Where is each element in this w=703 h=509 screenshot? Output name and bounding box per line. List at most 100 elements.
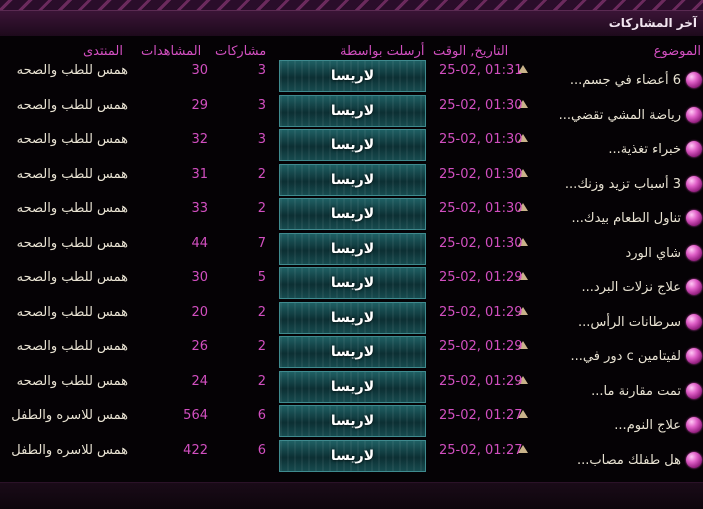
header-topic: الموضوع [653, 44, 701, 59]
header-views: المشاهدات [141, 44, 202, 59]
pink-orb-icon [686, 141, 702, 157]
pink-orb-icon [686, 383, 702, 399]
view-count: 24 [191, 374, 208, 389]
pink-orb-icon [686, 210, 702, 226]
post-row: شاي الورد 25-02, 01:30 لاريسا 7 44 همس للطب و… [0, 233, 703, 267]
post-date: 25-02, 01:29 [439, 339, 523, 354]
view-count: 422 [183, 443, 208, 458]
reply-count: 5 [257, 270, 266, 285]
post-date: 25-02, 01:31 [439, 63, 523, 78]
poster-banner[interactable]: لاريسا [279, 302, 426, 334]
post-row: 3 أسباب تزيد وزنك... 25-02, 01:30 لاريسا 2 3… [0, 164, 703, 198]
poster-name[interactable]: لاريسا [280, 310, 425, 326]
poster-name[interactable]: لاريسا [280, 241, 425, 257]
topic-link[interactable]: علاج النوم... [614, 418, 681, 433]
topic-link[interactable]: علاج نزلات البرد... [582, 280, 681, 295]
forum-link[interactable]: همس للطب والصحه [17, 339, 128, 354]
reply-count: 7 [257, 236, 266, 251]
poster-banner[interactable]: لاريسا [279, 198, 426, 230]
post-row: لفيتامين c دور في... 25-02, 01:29 لاريسا 2 2… [0, 336, 703, 370]
topic-link[interactable]: سرطانات الرأس... [578, 315, 681, 330]
pink-orb-icon [686, 107, 702, 123]
post-date: 25-02, 01:29 [439, 374, 523, 389]
poster-name[interactable]: لاريسا [280, 206, 425, 222]
post-row: علاج النوم... 25-02, 01:27 لاريسا 6 564 همس ل… [0, 405, 703, 439]
forum-link[interactable]: همس للطب والصحه [17, 63, 128, 78]
topic-link[interactable]: تمت مقارنة ما... [591, 384, 681, 399]
reply-count: 6 [257, 408, 266, 423]
poster-banner[interactable]: لاريسا [279, 405, 426, 437]
topic-link[interactable]: شاي الورد [625, 246, 681, 261]
view-count: 44 [191, 236, 208, 251]
header-forum: المنتدى [83, 44, 123, 59]
post-row: تناول الطعام بيدك... 25-02, 01:30 لاريسا 2 3… [0, 198, 703, 232]
forum-link[interactable]: همس للطب والصحه [17, 98, 128, 113]
poster-name[interactable]: لاريسا [280, 413, 425, 429]
poster-banner[interactable]: لاريسا [279, 60, 426, 92]
topic-link[interactable]: رياضة المشي تقضي... [559, 108, 681, 123]
forum-link[interactable]: همس للطب والصحه [17, 167, 128, 182]
post-row: سرطانات الرأس... 25-02, 01:29 لاريسا 2 20 همس… [0, 302, 703, 336]
header-replies: مشاركات [215, 44, 267, 59]
top-decoration [0, 0, 703, 10]
header-poster: أرسلت بواسطة [340, 44, 425, 59]
forum-link[interactable]: همس للطب والصحه [17, 305, 128, 320]
forum-link[interactable]: همس للطب والصحه [17, 374, 128, 389]
poster-banner[interactable]: لاريسا [279, 336, 426, 368]
topic-link[interactable]: خبراء تغذية... [608, 142, 681, 157]
post-date: 25-02, 01:27 [439, 443, 523, 458]
view-count: 564 [183, 408, 208, 423]
poster-name[interactable]: لاريسا [280, 137, 425, 153]
post-row: خبراء تغذية... 25-02, 01:30 لاريسا 3 32 همس ل… [0, 129, 703, 163]
post-date: 25-02, 01:30 [439, 236, 523, 251]
reply-count: 2 [257, 167, 266, 182]
footer-bar [0, 482, 703, 509]
topic-link[interactable]: تناول الطعام بيدك... [572, 211, 681, 226]
poster-name[interactable]: لاريسا [280, 103, 425, 119]
topic-link[interactable]: هل طفلك مصاب... [577, 453, 681, 468]
poster-banner[interactable]: لاريسا [279, 129, 426, 161]
view-count: 26 [191, 339, 208, 354]
poster-name[interactable]: لاريسا [280, 379, 425, 395]
post-date: 25-02, 01:30 [439, 167, 523, 182]
poster-name[interactable]: لاريسا [280, 68, 425, 84]
reply-count: 2 [257, 374, 266, 389]
poster-name[interactable]: لاريسا [280, 448, 425, 464]
post-row: رياضة المشي تقضي... 25-02, 01:30 لاريسا 3 29… [0, 95, 703, 129]
poster-banner[interactable]: لاريسا [279, 440, 426, 472]
poster-name[interactable]: لاريسا [280, 172, 425, 188]
topic-link[interactable]: 6 أعضاء في جسم... [570, 73, 681, 88]
poster-banner[interactable]: لاريسا [279, 164, 426, 196]
post-date: 25-02, 01:30 [439, 132, 523, 147]
view-count: 30 [191, 63, 208, 78]
topic-link[interactable]: 3 أسباب تزيد وزنك... [565, 177, 681, 192]
forum-link[interactable]: همس للطب والصحه [17, 132, 128, 147]
pink-orb-icon [686, 72, 702, 88]
reply-count: 2 [257, 201, 266, 216]
post-date: 25-02, 01:29 [439, 270, 523, 285]
view-count: 29 [191, 98, 208, 113]
poster-banner[interactable]: لاريسا [279, 233, 426, 265]
post-date: 25-02, 01:27 [439, 408, 523, 423]
view-count: 30 [191, 270, 208, 285]
pink-orb-icon [686, 176, 702, 192]
topic-link[interactable]: لفيتامين c دور في... [571, 349, 681, 364]
post-date: 25-02, 01:29 [439, 305, 523, 320]
poster-name[interactable]: لاريسا [280, 344, 425, 360]
post-date: 25-02, 01:30 [439, 201, 523, 216]
post-row: هل طفلك مصاب... 25-02, 01:27 لاريسا 6 422 همس… [0, 440, 703, 474]
forum-link[interactable]: همس للطب والصحه [17, 236, 128, 251]
forum-link[interactable]: همس للطب والصحه [17, 201, 128, 216]
forum-link[interactable]: همس للاسره والطفل [11, 408, 128, 423]
pink-orb-icon [686, 279, 702, 295]
pink-orb-icon [686, 348, 702, 364]
forum-link[interactable]: همس للطب والصحه [17, 270, 128, 285]
poster-name[interactable]: لاريسا [280, 275, 425, 291]
poster-banner[interactable]: لاريسا [279, 95, 426, 127]
poster-banner[interactable]: لاريسا [279, 267, 426, 299]
poster-banner[interactable]: لاريسا [279, 371, 426, 403]
reply-count: 3 [257, 132, 266, 147]
reply-count: 2 [257, 305, 266, 320]
post-row: 6 أعضاء في جسم... 25-02, 01:31 لاريسا 3 30 هم… [0, 60, 703, 94]
forum-link[interactable]: همس للاسره والطفل [11, 443, 128, 458]
